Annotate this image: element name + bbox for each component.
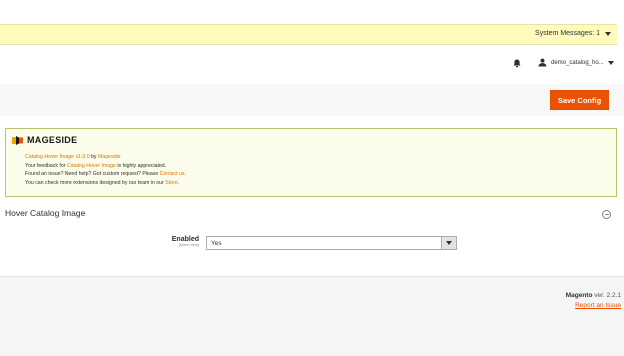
- promo-text-post: .: [177, 179, 180, 186]
- system-messages-toggle[interactable]: System Messages: 1: [535, 30, 611, 37]
- page-actions-bar: [0, 84, 624, 116]
- footer-brand: Magento: [565, 292, 593, 299]
- promo-text-pre: Found an issue? Need help? Got custom re…: [25, 171, 160, 178]
- promo-text: Catalog Hover Image v1.0.0 by Mageside Y…: [25, 153, 186, 187]
- promo-by: by: [89, 154, 98, 160]
- promo-text-post: is highly appreciated.: [115, 162, 167, 169]
- user-icon: [538, 58, 547, 67]
- version-info: Magento ver. 2.2.1: [566, 292, 621, 299]
- admin-header: [0, 45, 624, 85]
- promo-text-pre: You can check more extensions designed b…: [25, 179, 166, 186]
- footer-version: ver. 2.2.1: [592, 292, 621, 299]
- vendor-link[interactable]: Mageside: [98, 154, 121, 160]
- chevron-down-icon: [446, 241, 452, 245]
- brand-header: MAGESIDE: [12, 135, 77, 145]
- section-title[interactable]: Hover Catalog Image: [5, 208, 85, 218]
- user-menu[interactable]: demo_catalog_ho...: [538, 58, 614, 67]
- promo-line-2: Your feedback for Catalog Hover Image is…: [25, 162, 186, 171]
- system-messages-bar: System Messages: 1: [0, 24, 617, 45]
- chevron-down-icon: [605, 31, 611, 36]
- store-link[interactable]: Store: [165, 180, 177, 186]
- extension-info-box: MAGESIDE Catalog Hover Image v1.0.0 by M…: [5, 128, 617, 197]
- promo-text-pre: Your feedback for: [25, 162, 67, 169]
- select-value: Yes: [211, 240, 222, 247]
- chevron-down-icon: [607, 60, 614, 65]
- promo-text-post: .: [184, 171, 186, 178]
- save-config-button[interactable]: Save Config: [550, 90, 609, 110]
- promo-line-3: Found an issue? Need help? Got custom re…: [25, 170, 186, 179]
- enabled-select[interactable]: Yes: [206, 236, 457, 250]
- collapse-icon[interactable]: [602, 210, 611, 219]
- promo-line-1: Catalog Hover Image v1.0.0 by Mageside: [25, 153, 186, 162]
- system-messages-label: System Messages: 1: [535, 30, 600, 37]
- report-issue-link[interactable]: Report an Issue: [575, 302, 621, 309]
- mageside-logo-icon: [12, 135, 23, 145]
- bell-icon[interactable]: [512, 58, 522, 68]
- brand-name: MAGESIDE: [27, 135, 78, 145]
- enabled-field-label: Enabled [store view]: [172, 236, 199, 247]
- top-strip: [0, 0, 624, 24]
- promo-line-4: You can check more extensions designed b…: [25, 179, 186, 188]
- footer: [0, 276, 624, 356]
- contact-link[interactable]: Contact us: [160, 171, 185, 177]
- product-link[interactable]: Catalog Hover Image v1.0.0: [25, 154, 90, 160]
- user-name: demo_catalog_ho...: [551, 59, 604, 66]
- select-arrow[interactable]: [441, 237, 456, 249]
- feedback-link[interactable]: Catalog Hover Image: [67, 163, 116, 169]
